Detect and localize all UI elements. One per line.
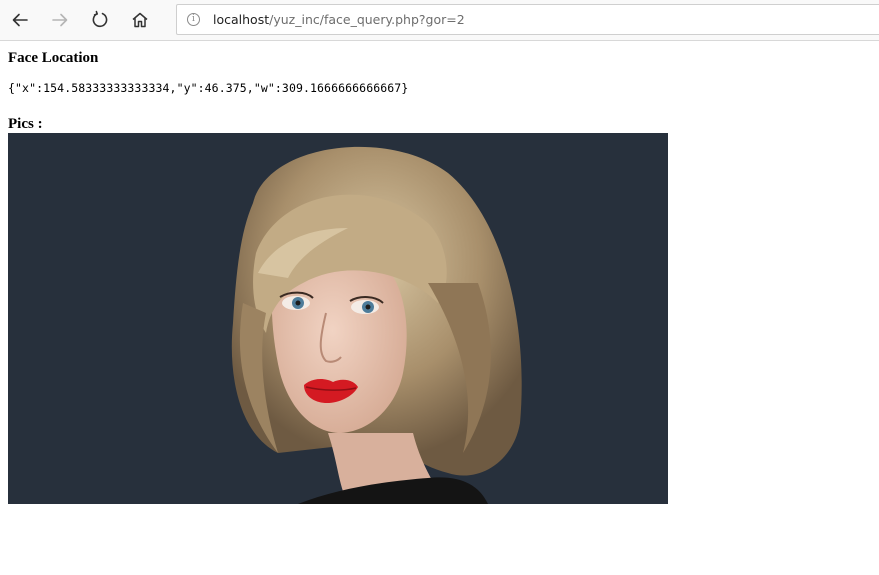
forward-icon: [52, 13, 68, 27]
url-host: localhost: [213, 12, 270, 27]
url-path: /yuz_inc/face_query.php?gor=2: [269, 12, 465, 27]
url-text[interactable]: localhost/yuz_inc/face_query.php?gor=2: [213, 12, 465, 27]
refresh-button[interactable]: [84, 4, 116, 36]
face-location-json: {"x":154.58333333333334,"y":46.375,"w":3…: [8, 81, 409, 95]
info-icon[interactable]: i: [187, 13, 200, 26]
face-location-heading: Face Location: [8, 50, 99, 66]
back-button[interactable]: [4, 4, 36, 36]
address-bar[interactable]: i localhost/yuz_inc/face_query.php?gor=2: [176, 4, 879, 35]
portrait-illustration: [8, 133, 668, 504]
refresh-icon: [92, 10, 108, 28]
back-icon: [12, 13, 28, 27]
home-icon: [132, 12, 148, 28]
home-button[interactable]: [124, 4, 156, 36]
page-content: Face Location {"x":154.58333333333334,"y…: [8, 49, 408, 132]
browser-toolbar: i localhost/yuz_inc/face_query.php?gor=2: [0, 0, 879, 41]
pics-heading: Pics :: [8, 116, 43, 132]
forward-button[interactable]: [44, 4, 76, 36]
portrait-photo: [8, 133, 668, 504]
